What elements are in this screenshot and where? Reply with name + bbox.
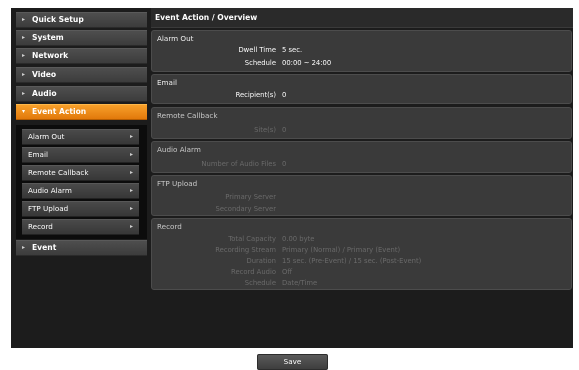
info-row: Schedule 00:00 ~ 24:00	[152, 58, 573, 68]
info-key: Recording Stream	[215, 246, 276, 254]
alarm-out-panel: Alarm Out Dwell Time 5 sec. Schedule 00:…	[151, 30, 572, 72]
info-row: Recording Stream Primary (Normal) / Prim…	[152, 245, 573, 255]
sidebar-item-label: Event Action	[32, 107, 87, 116]
info-key: Record Audio	[231, 268, 276, 276]
panel-title: Record	[157, 222, 182, 231]
info-row: Schedule Date/Time	[152, 278, 573, 288]
info-value: 00:00 ~ 24:00	[282, 59, 332, 67]
chevron-right-icon: ▸	[129, 133, 133, 140]
chevron-right-icon: ▸	[22, 34, 26, 41]
sidebar-item-audio[interactable]: ▸ Audio	[16, 86, 147, 102]
chevron-right-icon: ▸	[129, 205, 133, 212]
info-key: Number of Audio Files	[201, 160, 276, 168]
sidebar-item-event[interactable]: ▸ Event	[16, 240, 147, 256]
submenu-item-label: FTP Upload	[28, 204, 69, 213]
sidebar-item-label: System	[32, 33, 64, 42]
info-key: Recipient(s)	[235, 91, 276, 99]
submenu-item-label: Record	[28, 222, 53, 231]
audio-alarm-panel: Audio Alarm Number of Audio Files 0	[151, 141, 572, 173]
info-row: Number of Audio Files 0	[152, 159, 573, 169]
info-key: Primary Server	[225, 193, 276, 201]
sidebar-item-event-action[interactable]: ▾ Event Action	[16, 104, 147, 120]
chevron-right-icon: ▸	[129, 223, 133, 230]
sidebar-item-video[interactable]: ▸ Video	[16, 67, 147, 83]
info-value: Off	[282, 268, 293, 276]
panel-title: Alarm Out	[157, 34, 194, 43]
panel-title: Audio Alarm	[157, 145, 201, 154]
submenu-item-alarm-out[interactable]: Alarm Out ▸	[22, 129, 139, 145]
submenu-item-label: Remote Callback	[28, 168, 89, 177]
info-value: 0.00 byte	[282, 235, 315, 243]
info-value: 0	[282, 126, 287, 134]
info-row: Record Audio Off	[152, 267, 573, 277]
submenu-item-label: Alarm Out	[28, 132, 65, 141]
sidebar-item-system[interactable]: ▸ System	[16, 30, 147, 46]
panel-title: Remote Callback	[157, 111, 218, 120]
page-title: Event Action / Overview	[151, 8, 573, 28]
ftp-upload-panel: FTP Upload Primary Server Secondary Serv…	[151, 175, 572, 216]
chevron-right-icon: ▸	[129, 169, 133, 176]
chevron-right-icon: ▸	[129, 151, 133, 158]
info-key: Secondary Server	[215, 205, 276, 213]
chevron-right-icon: ▸	[22, 244, 26, 251]
info-value: 5 sec.	[282, 46, 303, 54]
app-window: ▸ Quick Setup ▸ System ▸ Network ▸ Video…	[11, 8, 573, 348]
info-value: 0	[282, 91, 287, 99]
submenu-item-email[interactable]: Email ▸	[22, 147, 139, 163]
info-key: Total Capacity	[228, 235, 276, 243]
sidebar-item-label: Audio	[32, 89, 57, 98]
info-row: Dwell Time 5 sec.	[152, 45, 573, 55]
sidebar-item-quick-setup[interactable]: ▸ Quick Setup	[16, 12, 147, 28]
info-key: Duration	[246, 257, 276, 265]
info-value: Primary (Normal) / Primary (Event)	[282, 246, 401, 254]
submenu-item-label: Audio Alarm	[28, 186, 72, 195]
submenu-item-ftp-upload[interactable]: FTP Upload ▸	[22, 201, 139, 217]
sidebar-item-label: Quick Setup	[32, 15, 84, 24]
main-content: Event Action / Overview Alarm Out Dwell …	[151, 8, 573, 348]
save-button[interactable]: Save	[257, 354, 328, 370]
sidebar-item-label: Network	[32, 51, 69, 60]
info-row: Primary Server	[152, 192, 573, 202]
chevron-right-icon: ▸	[22, 16, 26, 23]
info-row: Recipient(s) 0	[152, 90, 573, 100]
info-row: Duration 15 sec. (Pre-Event) / 15 sec. (…	[152, 256, 573, 266]
info-row: Secondary Server	[152, 204, 573, 214]
info-row: Site(s) 0	[152, 125, 573, 135]
info-key: Dwell Time	[238, 46, 276, 54]
info-value: Date/Time	[282, 279, 318, 287]
sidebar: ▸ Quick Setup ▸ System ▸ Network ▸ Video…	[11, 8, 150, 348]
panel-title: FTP Upload	[157, 179, 198, 188]
info-row: Total Capacity 0.00 byte	[152, 234, 573, 244]
panel-title: Email	[157, 78, 177, 87]
chevron-right-icon: ▸	[22, 90, 26, 97]
sidebar-item-label: Event	[32, 243, 57, 252]
info-key: Schedule	[244, 279, 276, 287]
info-value: 0	[282, 160, 287, 168]
event-action-submenu: Alarm Out ▸ Email ▸ Remote Callback ▸ Au…	[16, 125, 147, 239]
remote-callback-panel: Remote Callback Site(s) 0	[151, 107, 572, 139]
sidebar-item-network[interactable]: ▸ Network	[16, 48, 147, 64]
info-key: Site(s)	[254, 126, 276, 134]
info-value: 15 sec. (Pre-Event) / 15 sec. (Post-Even…	[282, 257, 422, 265]
record-panel: Record Total Capacity 0.00 byte Recordin…	[151, 218, 572, 290]
chevron-right-icon: ▸	[22, 71, 26, 78]
chevron-right-icon: ▸	[129, 187, 133, 194]
submenu-item-record[interactable]: Record ▸	[22, 219, 139, 235]
submenu-item-audio-alarm[interactable]: Audio Alarm ▸	[22, 183, 139, 199]
chevron-right-icon: ▸	[22, 52, 26, 59]
chevron-down-icon: ▾	[22, 108, 26, 115]
info-key: Schedule	[244, 59, 276, 67]
submenu-item-label: Email	[28, 150, 48, 159]
submenu-item-remote-callback[interactable]: Remote Callback ▸	[22, 165, 139, 181]
sidebar-item-label: Video	[32, 70, 57, 79]
email-panel: Email Recipient(s) 0	[151, 74, 572, 104]
